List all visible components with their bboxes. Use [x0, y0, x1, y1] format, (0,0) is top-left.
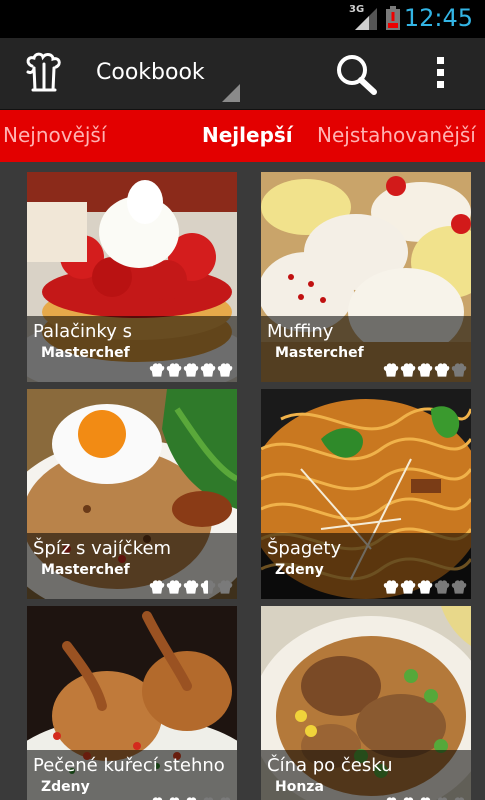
chef-hat-icon[interactable]	[22, 52, 66, 96]
chef-hat-full-icon	[400, 363, 416, 377]
rating-chef-hats	[383, 796, 467, 800]
recipe-card[interactable]: Špagety Zdeny	[261, 389, 471, 599]
rating-chef-hats	[149, 796, 233, 800]
app-title-spinner[interactable]: Cookbook	[96, 60, 205, 85]
recipe-title: Špíz s vajíčkem	[33, 538, 172, 559]
chef-hat-full-icon	[400, 580, 416, 594]
chef-hat-full-icon	[183, 363, 199, 377]
recipe-author: Masterchef	[41, 345, 130, 361]
battery-low-icon	[386, 6, 400, 30]
chef-hat-full-icon	[420, 797, 431, 800]
recipe-card[interactable]: Muffiny Masterchef	[261, 172, 471, 382]
tab-most-downloaded[interactable]: Nejstahovanější	[317, 123, 476, 147]
spinner-indicator-icon	[222, 84, 240, 102]
chef-hat-full-icon	[166, 363, 182, 377]
chef-hat-empty-icon	[217, 580, 233, 594]
rating-chef-hats	[149, 579, 233, 595]
chef-hat-full-icon	[200, 363, 216, 377]
overflow-dot	[436, 69, 444, 76]
chef-hat-full-icon	[383, 363, 399, 377]
chef-hat-full-icon	[152, 797, 163, 800]
recipe-title: Čína po česku	[267, 755, 393, 776]
chef-hat-full-icon	[149, 580, 165, 594]
chef-hat-empty-icon	[220, 797, 231, 800]
chef-hat-full-icon	[417, 363, 433, 377]
chef-hat-full-icon	[183, 580, 199, 594]
recipe-title: Špagety	[267, 538, 342, 559]
chef-hat-full-icon	[149, 363, 165, 377]
recipe-author: Masterchef	[41, 562, 130, 578]
tab-best[interactable]: Nejlepší	[202, 123, 293, 147]
recipe-author: Zdeny	[275, 562, 324, 578]
rating-chef-hats	[383, 362, 467, 378]
signal-icon	[355, 8, 377, 30]
tab-strip: Nejnovější Nejlepší Nejstahovanější	[0, 110, 485, 162]
recipe-card[interactable]: Špíz s vajíčkem Masterchef	[27, 389, 237, 599]
chef-hat-half-icon	[200, 580, 216, 594]
chef-hat-full-icon	[169, 797, 180, 800]
search-icon[interactable]	[332, 52, 380, 96]
status-bar: 3G 12:45	[0, 0, 485, 38]
chef-hat-full-icon	[166, 580, 182, 594]
tab-newest[interactable]: Nejnovější	[3, 123, 106, 147]
chef-hat-empty-icon	[451, 580, 467, 594]
recipe-grid: Palačinky s Masterchef Muffiny Masterche…	[0, 162, 485, 800]
recipe-title: Palačinky s	[33, 321, 132, 342]
chef-hat-full-icon	[386, 797, 397, 800]
overflow-menu-icon[interactable]	[428, 52, 452, 96]
chef-hat-full-icon	[217, 363, 233, 377]
rating-chef-hats	[383, 579, 467, 595]
action-bar: Cookbook	[0, 38, 485, 110]
rating-chef-hats	[149, 362, 233, 378]
chef-hat-empty-icon	[437, 797, 448, 800]
chef-hat-full-icon	[417, 580, 433, 594]
clock: 12:45	[403, 4, 473, 32]
chef-hat-full-icon	[186, 797, 197, 800]
chef-hat-full-icon	[403, 797, 414, 800]
recipe-author: Zdeny	[41, 779, 90, 795]
chef-hat-full-icon	[383, 580, 399, 594]
chef-hat-empty-icon	[203, 797, 214, 800]
overflow-dot	[436, 81, 444, 88]
chef-hat-empty-icon	[454, 797, 465, 800]
chef-hat-full-icon	[434, 363, 450, 377]
recipe-author: Honza	[275, 779, 324, 795]
overflow-dot	[436, 57, 444, 64]
recipe-author: Masterchef	[275, 345, 364, 361]
recipe-card[interactable]: Palačinky s Masterchef	[27, 172, 237, 382]
recipe-title: Muffiny	[267, 321, 334, 342]
recipe-title: Pečené kuřecí stehno	[33, 755, 225, 776]
chef-hat-empty-icon	[451, 363, 467, 377]
recipe-card[interactable]: Pečené kuřecí stehno Zdeny	[27, 606, 237, 800]
recipe-card[interactable]: Čína po česku Honza	[261, 606, 471, 800]
chef-hat-empty-icon	[434, 580, 450, 594]
